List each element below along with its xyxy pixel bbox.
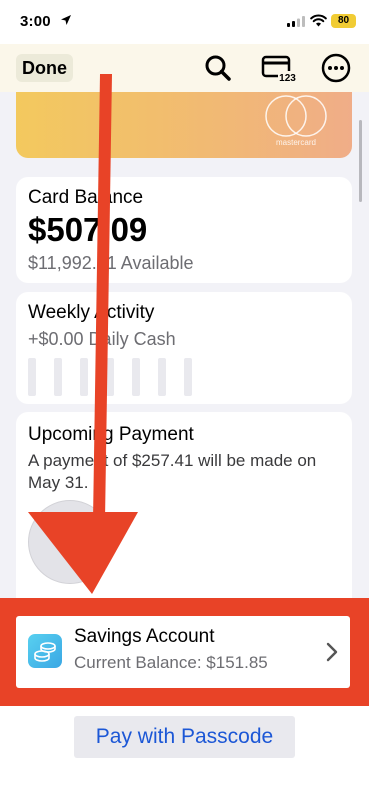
- savings-highlight-box: Savings Account Current Balance: $151.85: [0, 598, 369, 706]
- upcoming-payment-title: Upcoming Payment: [28, 424, 194, 445]
- checkmark-icon: [60, 539, 82, 551]
- available-credit: $11,992.91 Available: [28, 253, 194, 273]
- card-network-label: mastercard: [275, 138, 316, 147]
- more-options-icon[interactable]: [320, 52, 352, 84]
- status-time: 3:00: [20, 13, 51, 30]
- battery-icon: 80: [331, 14, 356, 28]
- wifi-icon: [310, 14, 327, 27]
- chevron-right-icon: [326, 642, 338, 662]
- card-number-icon[interactable]: 123: [260, 52, 298, 84]
- activity-bar: [106, 358, 114, 396]
- daily-cash-text: +$0.00 Daily Cash: [28, 329, 176, 349]
- card-image[interactable]: mastercard: [16, 92, 352, 158]
- search-icon[interactable]: [202, 52, 234, 84]
- payment-progress-ring: [28, 500, 112, 584]
- card-balance-title: Card Balance: [28, 187, 144, 208]
- pay-with-passcode-button[interactable]: Pay with Passcode: [74, 716, 295, 758]
- savings-current-balance: Current Balance: $151.85: [74, 653, 268, 672]
- status-bar: 3:00 80: [0, 0, 369, 44]
- upcoming-payment-panel[interactable]: Upcoming Payment A payment of $257.41 wi…: [16, 412, 352, 612]
- activity-bar: [28, 358, 36, 396]
- card-balance-panel[interactable]: Card Balance $507.09 $11,992.91 Availabl…: [16, 177, 352, 283]
- bottom-bar: Pay with Passcode: [0, 706, 369, 800]
- location-arrow-icon: [61, 15, 71, 25]
- activity-bar: [184, 358, 192, 396]
- weekly-activity-panel[interactable]: Weekly Activity +$0.00 Daily Cash: [16, 292, 352, 404]
- activity-bar: [54, 358, 62, 396]
- activity-bar: [80, 358, 88, 396]
- weekly-activity-title: Weekly Activity: [28, 302, 155, 323]
- savings-account-title: Savings Account: [74, 626, 215, 647]
- savings-coins-icon: [28, 634, 62, 668]
- upcoming-payment-description: A payment of $257.41 will be made on May…: [28, 451, 317, 492]
- savings-account-row[interactable]: Savings Account Current Balance: $151.85: [16, 616, 350, 688]
- top-nav: Done 123: [0, 44, 369, 92]
- cellular-signal-icon: [287, 16, 305, 27]
- done-button[interactable]: Done: [16, 54, 73, 82]
- activity-bar: [132, 358, 140, 396]
- activity-bar: [158, 358, 166, 396]
- card-number-icon-text: 123: [279, 73, 296, 84]
- card-balance-amount: $507.09: [28, 211, 148, 248]
- scroll-indicator[interactable]: [359, 120, 362, 202]
